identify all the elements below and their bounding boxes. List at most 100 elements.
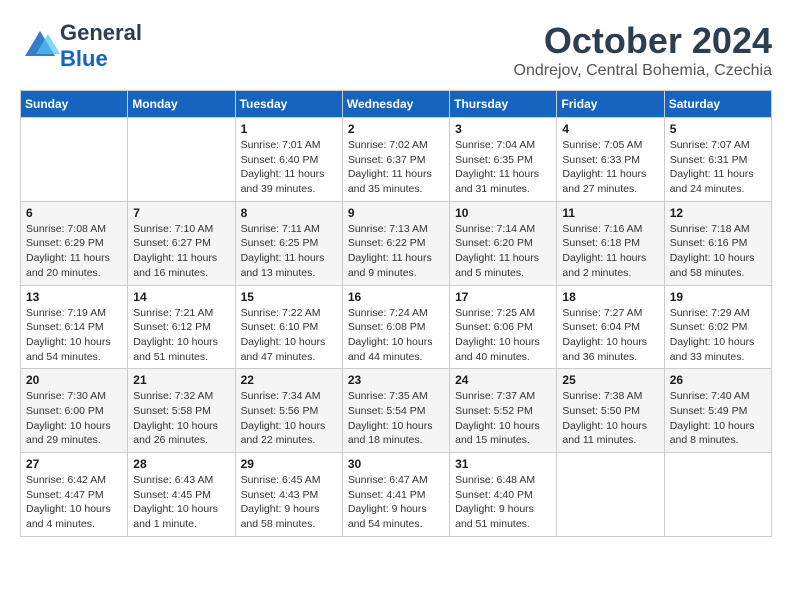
- day-number: 28: [133, 457, 229, 471]
- day-number: 22: [241, 373, 337, 387]
- logo-text: GeneralBlue: [60, 20, 142, 72]
- day-info: Sunrise: 7:40 AM Sunset: 5:49 PM Dayligh…: [670, 389, 766, 448]
- calendar-day-cell: 4 Sunrise: 7:05 AM Sunset: 6:33 PM Daylig…: [557, 118, 664, 202]
- day-info: Sunrise: 7:18 AM Sunset: 6:16 PM Dayligh…: [670, 222, 766, 281]
- calendar-day-cell: 31 Sunrise: 6:48 AM Sunset: 4:40 PM Dayli…: [450, 453, 557, 537]
- day-number: 30: [348, 457, 444, 471]
- day-number: 3: [455, 122, 551, 136]
- day-info: Sunrise: 7:38 AM Sunset: 5:50 PM Dayligh…: [562, 389, 658, 448]
- calendar-day-cell: [21, 118, 128, 202]
- day-number: 27: [26, 457, 122, 471]
- day-number: 2: [348, 122, 444, 136]
- day-number: 31: [455, 457, 551, 471]
- calendar-table: SundayMondayTuesdayWednesdayThursdayFrid…: [20, 90, 772, 537]
- calendar-day-cell: 30 Sunrise: 6:47 AM Sunset: 4:41 PM Dayli…: [342, 453, 449, 537]
- day-info: Sunrise: 7:11 AM Sunset: 6:25 PM Dayligh…: [241, 222, 337, 281]
- day-info: Sunrise: 7:30 AM Sunset: 6:00 PM Dayligh…: [26, 389, 122, 448]
- day-number: 24: [455, 373, 551, 387]
- day-number: 14: [133, 290, 229, 304]
- calendar-day-cell: [664, 453, 771, 537]
- day-info: Sunrise: 7:13 AM Sunset: 6:22 PM Dayligh…: [348, 222, 444, 281]
- calendar-day-cell: 18 Sunrise: 7:27 AM Sunset: 6:04 PM Dayli…: [557, 285, 664, 369]
- day-number: 29: [241, 457, 337, 471]
- calendar-day-cell: 8 Sunrise: 7:11 AM Sunset: 6:25 PM Daylig…: [235, 201, 342, 285]
- calendar-day-cell: [557, 453, 664, 537]
- day-info: Sunrise: 6:42 AM Sunset: 4:47 PM Dayligh…: [26, 473, 122, 532]
- day-number: 26: [670, 373, 766, 387]
- calendar-day-cell: 25 Sunrise: 7:38 AM Sunset: 5:50 PM Dayli…: [557, 369, 664, 453]
- day-info: Sunrise: 7:08 AM Sunset: 6:29 PM Dayligh…: [26, 222, 122, 281]
- day-info: Sunrise: 6:47 AM Sunset: 4:41 PM Dayligh…: [348, 473, 444, 532]
- day-info: Sunrise: 7:22 AM Sunset: 6:10 PM Dayligh…: [241, 306, 337, 365]
- day-number: 11: [562, 206, 658, 220]
- day-number: 1: [241, 122, 337, 136]
- calendar-day-cell: 2 Sunrise: 7:02 AM Sunset: 6:37 PM Daylig…: [342, 118, 449, 202]
- day-info: Sunrise: 7:25 AM Sunset: 6:06 PM Dayligh…: [455, 306, 551, 365]
- weekday-header-cell: Sunday: [21, 91, 128, 118]
- day-number: 6: [26, 206, 122, 220]
- calendar-day-cell: 27 Sunrise: 6:42 AM Sunset: 4:47 PM Dayli…: [21, 453, 128, 537]
- day-info: Sunrise: 7:05 AM Sunset: 6:33 PM Dayligh…: [562, 138, 658, 197]
- day-number: 23: [348, 373, 444, 387]
- day-info: Sunrise: 6:48 AM Sunset: 4:40 PM Dayligh…: [455, 473, 551, 532]
- logo-icon: [20, 26, 60, 66]
- calendar-day-cell: 19 Sunrise: 7:29 AM Sunset: 6:02 PM Dayli…: [664, 285, 771, 369]
- day-info: Sunrise: 7:04 AM Sunset: 6:35 PM Dayligh…: [455, 138, 551, 197]
- day-info: Sunrise: 7:01 AM Sunset: 6:40 PM Dayligh…: [241, 138, 337, 197]
- calendar-week-row: 20 Sunrise: 7:30 AM Sunset: 6:00 PM Dayli…: [21, 369, 772, 453]
- day-info: Sunrise: 7:19 AM Sunset: 6:14 PM Dayligh…: [26, 306, 122, 365]
- calendar-day-cell: 13 Sunrise: 7:19 AM Sunset: 6:14 PM Dayli…: [21, 285, 128, 369]
- day-info: Sunrise: 6:45 AM Sunset: 4:43 PM Dayligh…: [241, 473, 337, 532]
- calendar-day-cell: 17 Sunrise: 7:25 AM Sunset: 6:06 PM Dayli…: [450, 285, 557, 369]
- calendar-day-cell: 12 Sunrise: 7:18 AM Sunset: 6:16 PM Dayli…: [664, 201, 771, 285]
- month-year-title: October 2024: [514, 20, 773, 62]
- calendar-day-cell: 14Sunrise: 7:21 AM Sunset: 6:12 PM Dayli…: [128, 285, 235, 369]
- calendar-day-cell: 20 Sunrise: 7:30 AM Sunset: 6:00 PM Dayli…: [21, 369, 128, 453]
- day-number: 20: [26, 373, 122, 387]
- weekday-header-cell: Friday: [557, 91, 664, 118]
- day-info: Sunrise: 7:29 AM Sunset: 6:02 PM Dayligh…: [670, 306, 766, 365]
- calendar-day-cell: 3 Sunrise: 7:04 AM Sunset: 6:35 PM Daylig…: [450, 118, 557, 202]
- calendar-day-cell: 7Sunrise: 7:10 AM Sunset: 6:27 PM Daylig…: [128, 201, 235, 285]
- day-number: 7: [133, 206, 229, 220]
- weekday-header-cell: Saturday: [664, 91, 771, 118]
- day-number: 17: [455, 290, 551, 304]
- day-number: 13: [26, 290, 122, 304]
- page-header: GeneralBlue October 2024 Ondrejov, Centr…: [20, 20, 772, 80]
- day-number: 4: [562, 122, 658, 136]
- calendar-week-row: 1 Sunrise: 7:01 AM Sunset: 6:40 PM Daylig…: [21, 118, 772, 202]
- day-number: 12: [670, 206, 766, 220]
- day-info: Sunrise: 7:27 AM Sunset: 6:04 PM Dayligh…: [562, 306, 658, 365]
- calendar-day-cell: 9 Sunrise: 7:13 AM Sunset: 6:22 PM Daylig…: [342, 201, 449, 285]
- calendar-body: 1 Sunrise: 7:01 AM Sunset: 6:40 PM Daylig…: [21, 118, 772, 537]
- weekday-header-cell: Wednesday: [342, 91, 449, 118]
- day-info: Sunrise: 7:37 AM Sunset: 5:52 PM Dayligh…: [455, 389, 551, 448]
- day-number: 8: [241, 206, 337, 220]
- calendar-day-cell: 28Sunrise: 6:43 AM Sunset: 4:45 PM Dayli…: [128, 453, 235, 537]
- calendar-week-row: 6 Sunrise: 7:08 AM Sunset: 6:29 PM Daylig…: [21, 201, 772, 285]
- calendar-day-cell: 10 Sunrise: 7:14 AM Sunset: 6:20 PM Dayli…: [450, 201, 557, 285]
- calendar-day-cell: 22Sunrise: 7:34 AM Sunset: 5:56 PM Dayli…: [235, 369, 342, 453]
- day-number: 10: [455, 206, 551, 220]
- day-info: Sunrise: 7:02 AM Sunset: 6:37 PM Dayligh…: [348, 138, 444, 197]
- calendar-day-cell: 16 Sunrise: 7:24 AM Sunset: 6:08 PM Dayli…: [342, 285, 449, 369]
- day-number: 18: [562, 290, 658, 304]
- day-number: 19: [670, 290, 766, 304]
- day-number: 25: [562, 373, 658, 387]
- calendar-week-row: 27 Sunrise: 6:42 AM Sunset: 4:47 PM Dayli…: [21, 453, 772, 537]
- calendar-day-cell: [128, 118, 235, 202]
- calendar-day-cell: 23Sunrise: 7:35 AM Sunset: 5:54 PM Dayli…: [342, 369, 449, 453]
- weekday-header-row: SundayMondayTuesdayWednesdayThursdayFrid…: [21, 91, 772, 118]
- calendar-day-cell: 5Sunrise: 7:07 AM Sunset: 6:31 PM Daylig…: [664, 118, 771, 202]
- calendar-day-cell: 29 Sunrise: 6:45 AM Sunset: 4:43 PM Dayli…: [235, 453, 342, 537]
- title-block: October 2024 Ondrejov, Central Bohemia, …: [514, 20, 773, 80]
- calendar-day-cell: 21Sunrise: 7:32 AM Sunset: 5:58 PM Dayli…: [128, 369, 235, 453]
- day-number: 16: [348, 290, 444, 304]
- day-info: Sunrise: 7:14 AM Sunset: 6:20 PM Dayligh…: [455, 222, 551, 281]
- weekday-header-cell: Tuesday: [235, 91, 342, 118]
- calendar-day-cell: 15 Sunrise: 7:22 AM Sunset: 6:10 PM Dayli…: [235, 285, 342, 369]
- day-number: 15: [241, 290, 337, 304]
- day-number: 21: [133, 373, 229, 387]
- day-info: Sunrise: 7:24 AM Sunset: 6:08 PM Dayligh…: [348, 306, 444, 365]
- day-number: 9: [348, 206, 444, 220]
